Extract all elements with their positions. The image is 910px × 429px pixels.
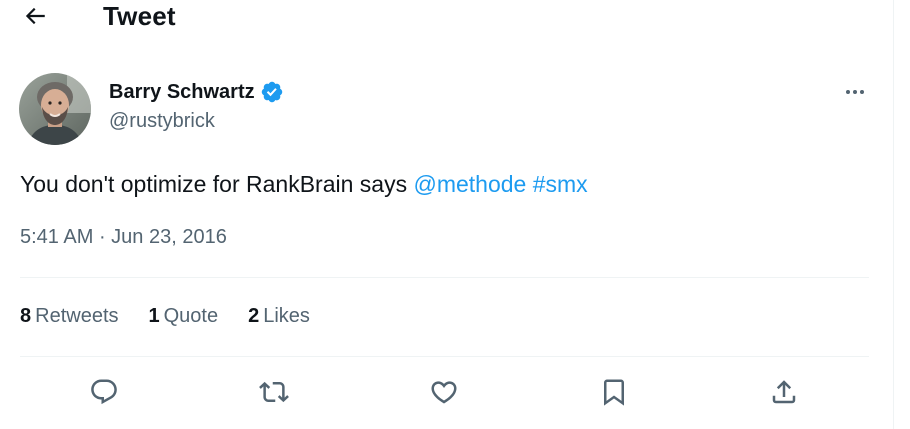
- page-header: Tweet: [0, 0, 893, 36]
- tweet-body-text: You don't optimize for RankBrain says: [20, 171, 414, 197]
- verified-badge-icon[interactable]: [260, 80, 284, 104]
- likes-stat[interactable]: 2 Likes: [248, 305, 310, 328]
- tweet-time[interactable]: 5:41 AM: [20, 226, 93, 248]
- page-title: Tweet: [103, 1, 176, 31]
- tweet-text: You don't optimize for RankBrain says @m…: [20, 171, 588, 198]
- share-button[interactable]: [766, 374, 802, 410]
- divider: [20, 356, 869, 357]
- retweets-count: 8: [20, 305, 32, 327]
- tweet-date[interactable]: Jun 23, 2016: [111, 226, 227, 248]
- arrow-left-icon: [25, 7, 45, 25]
- retweet-icon: [259, 381, 289, 403]
- bookmark-button[interactable]: [596, 374, 632, 410]
- reply-icon: [91, 379, 117, 405]
- quotes-count: 1: [148, 305, 160, 327]
- likes-label: Likes: [263, 305, 310, 327]
- mention-link[interactable]: @methode: [413, 171, 526, 197]
- like-button[interactable]: [426, 374, 462, 410]
- engagement-stats: 8 Retweets 1 Quote 2 Likes: [20, 305, 310, 328]
- retweet-button[interactable]: [256, 374, 292, 410]
- back-button[interactable]: [18, 0, 52, 32]
- author-name-row: Barry Schwartz: [109, 80, 284, 104]
- retweets-label: Retweets: [35, 305, 119, 327]
- tweet-timestamp: 5:41 AM · Jun 23, 2016: [20, 226, 227, 249]
- divider: [20, 277, 869, 278]
- author-name[interactable]: Barry Schwartz: [109, 81, 255, 104]
- quotes-stat[interactable]: 1 Quote: [149, 305, 219, 328]
- more-options-button[interactable]: [838, 80, 872, 104]
- tweet-page: Tweet Barry Schwartz @rustybrick You don…: [0, 0, 893, 429]
- like-icon: [431, 381, 457, 404]
- avatar[interactable]: [19, 73, 91, 145]
- author-handle[interactable]: @rustybrick: [109, 110, 215, 133]
- reply-button[interactable]: [86, 374, 122, 410]
- retweets-stat[interactable]: 8 Retweets: [20, 305, 119, 328]
- bookmark-icon: [604, 379, 624, 406]
- more-dots-icon: [846, 90, 864, 94]
- likes-count: 2: [248, 305, 260, 327]
- share-icon: [772, 380, 796, 404]
- quotes-label: Quote: [163, 305, 219, 327]
- column-border: [893, 0, 894, 429]
- hashtag-link[interactable]: #smx: [533, 171, 588, 197]
- timestamp-separator: ·: [93, 226, 112, 248]
- avatar-image: [19, 73, 91, 145]
